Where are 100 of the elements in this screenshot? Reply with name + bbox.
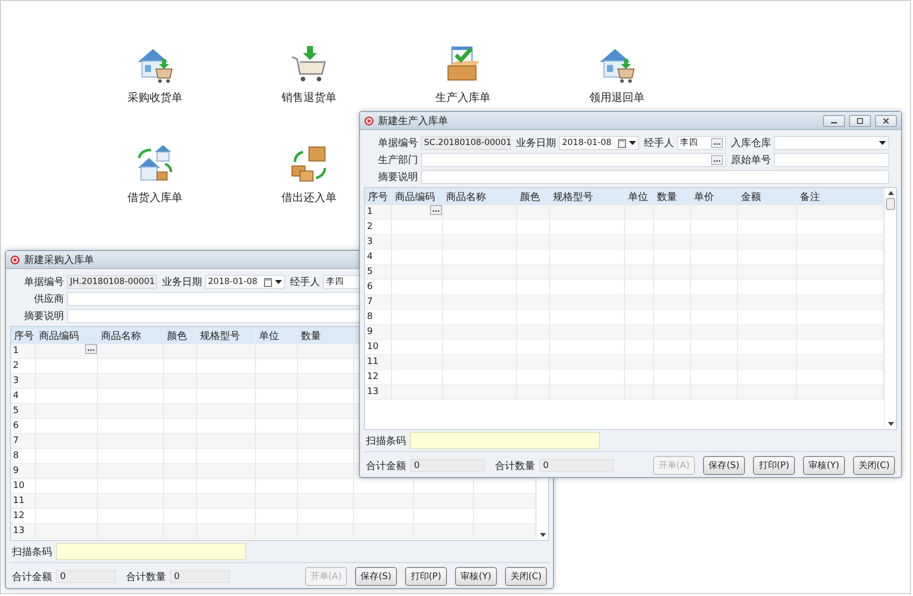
total-value: 0: [539, 459, 614, 472]
field-value: JH.20180108-00001: [70, 277, 155, 287]
maximize-button[interactable]: [849, 114, 871, 126]
window-title: 新建采购入库单: [24, 254, 94, 266]
field-value: SC.20180108-00001: [424, 138, 512, 148]
date-field[interactable]: 2018-01-08: [205, 275, 285, 289]
column-header[interactable]: 数量: [654, 188, 691, 205]
text-field[interactable]: [774, 153, 889, 167]
column-header[interactable]: 商品编码: [36, 327, 98, 344]
column-header[interactable]: 单位: [625, 188, 654, 205]
row-number: 9: [11, 464, 36, 479]
lookup-field[interactable]: 李四: [677, 136, 726, 150]
row-number: 3: [365, 235, 392, 250]
scrollbar[interactable]: [884, 188, 896, 429]
row-number: 13: [365, 385, 392, 400]
caret-icon[interactable]: [629, 141, 636, 145]
column-header[interactable]: 序号: [365, 188, 392, 205]
calendar-icon[interactable]: [618, 138, 626, 148]
field-label: 业务日期: [515, 136, 556, 150]
action-button[interactable]: 审核(Y): [455, 567, 497, 586]
row-number: 5: [11, 404, 36, 419]
shortcut-button[interactable]: 借出还入单: [282, 144, 336, 205]
action-button[interactable]: 关闭(C): [505, 567, 547, 586]
window-title: 新建生产入库单: [378, 114, 448, 128]
close-button[interactable]: [875, 114, 897, 126]
boxes-arrows-icon: [289, 144, 329, 184]
row-number: 7: [365, 295, 392, 310]
column-header[interactable]: 商品编码: [392, 188, 443, 205]
field-value: 李四: [326, 276, 344, 288]
shortcut-button[interactable]: 领用退回单: [590, 44, 644, 105]
scroll-up-icon[interactable]: [888, 191, 894, 195]
field-label: 扫描条码: [366, 434, 406, 448]
row-number: 1: [365, 205, 392, 220]
column-header[interactable]: 规格型号: [550, 188, 625, 205]
caret-icon[interactable]: [879, 141, 886, 145]
action-button[interactable]: 保存(S): [355, 567, 397, 586]
text-field[interactable]: [421, 170, 889, 184]
scrollbar-thumb[interactable]: [886, 198, 895, 210]
row-number: 13: [11, 524, 36, 539]
column-header[interactable]: 颜色: [517, 188, 550, 205]
table-cell: [625, 205, 654, 220]
action-button[interactable]: 打印(P): [753, 456, 795, 475]
row-number: 11: [365, 355, 392, 370]
action-button[interactable]: 保存(S): [703, 456, 745, 475]
lookup-field[interactable]: [421, 153, 726, 167]
total-value: 0: [410, 459, 485, 472]
field-label: 生产部门: [377, 154, 418, 167]
date-field[interactable]: 2018-01-08: [559, 136, 639, 150]
field-value: 李四: [680, 137, 698, 149]
caret-icon[interactable]: [275, 280, 282, 284]
total-value: 0: [56, 570, 116, 583]
ellipsis-icon[interactable]: [711, 155, 723, 165]
maximize-icon[interactable]: [856, 118, 864, 124]
close-icon[interactable]: [882, 118, 890, 124]
column-header[interactable]: 序号: [11, 327, 36, 344]
column-header[interactable]: 商品名称: [443, 188, 517, 205]
total-value: 0: [170, 570, 230, 583]
shortcut-button[interactable]: 生产入库单: [436, 44, 490, 105]
column-header[interactable]: 备注: [797, 188, 884, 205]
ellipsis-icon[interactable]: [85, 344, 97, 354]
scroll-down-icon[interactable]: [888, 422, 894, 426]
field-label: 原始单号: [730, 154, 771, 167]
column-header[interactable]: 商品名称: [98, 327, 164, 344]
table-cell: [654, 205, 691, 220]
row-number: 11: [11, 494, 36, 509]
total-label: 合计金额: [366, 460, 406, 472]
shortcut-button[interactable]: 采购收货单: [128, 44, 182, 105]
column-header[interactable]: 数量: [298, 327, 354, 344]
calendar-icon[interactable]: [264, 278, 272, 286]
row-number: 7: [11, 434, 36, 449]
minimize-button[interactable]: [823, 114, 845, 126]
cart-icon: [289, 44, 329, 84]
action-button[interactable]: 关闭(C): [853, 456, 895, 475]
ellipsis-icon[interactable]: [711, 138, 723, 148]
shortcut-button[interactable]: 借货入库单: [128, 144, 182, 205]
dropdown-field[interactable]: [774, 136, 889, 150]
action-button[interactable]: 打印(P): [405, 567, 447, 586]
field-label: 扫描条码: [12, 546, 52, 558]
table-cell: [164, 344, 197, 359]
total-label: 合计金额: [12, 570, 52, 584]
column-header[interactable]: 单位: [256, 327, 298, 344]
column-header[interactable]: 规格型号: [197, 327, 256, 344]
column-header[interactable]: 颜色: [164, 327, 197, 344]
scroll-down-icon[interactable]: [540, 533, 546, 537]
column-header[interactable]: 单价: [691, 188, 738, 205]
total-label: 合计数量: [495, 460, 535, 472]
ellipsis-icon[interactable]: [430, 205, 442, 215]
barcode-field[interactable]: [56, 543, 246, 560]
row-number: 3: [11, 374, 36, 389]
barcode-field[interactable]: [410, 432, 600, 449]
table-cell: [256, 344, 298, 359]
table-cell: [517, 205, 550, 220]
shortcut-button[interactable]: 销售退货单: [282, 44, 336, 105]
field-label: 摘要说明: [23, 310, 64, 323]
action-button[interactable]: 审核(Y): [803, 456, 845, 475]
field-label: 单据编号: [23, 276, 64, 289]
table-cell: [691, 205, 738, 220]
table-cell: [197, 344, 256, 359]
column-header[interactable]: 金额: [738, 188, 797, 205]
app-logo-icon: [10, 254, 20, 264]
